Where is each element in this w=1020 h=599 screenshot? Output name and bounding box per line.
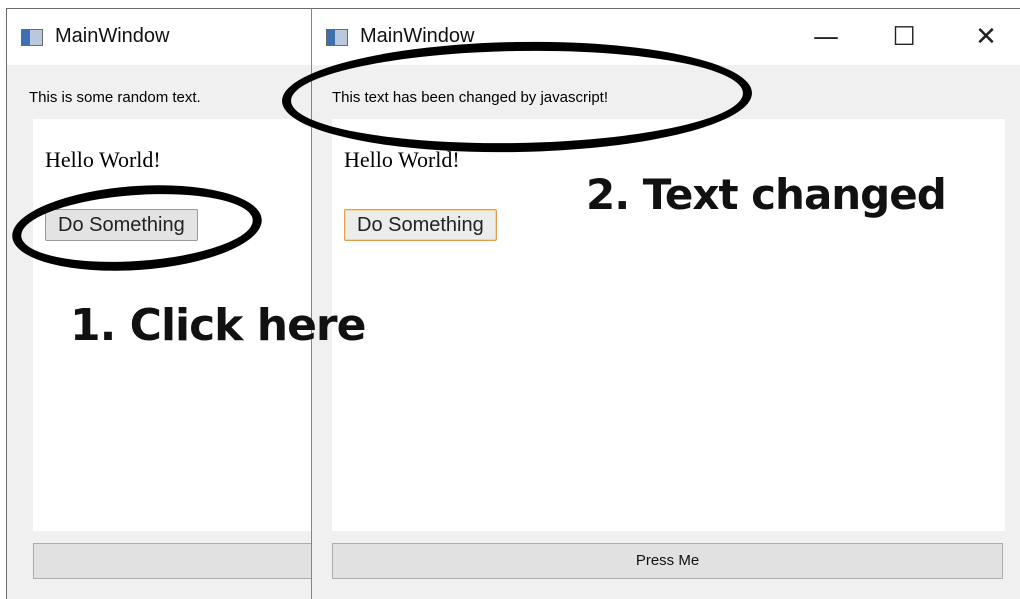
annotation-step-2: 2. Text changed xyxy=(586,170,947,219)
hello-heading: Hello World! xyxy=(344,147,460,172)
maximize-icon[interactable]: ☐ xyxy=(874,17,934,57)
status-label: This is some random text. xyxy=(29,89,201,106)
minimize-icon[interactable]: — xyxy=(796,17,856,57)
title-bar[interactable]: MainWindow xyxy=(7,9,312,65)
annotation-step-1: 1. Click here xyxy=(70,300,366,351)
window-app-icon xyxy=(326,29,348,46)
press-me-button[interactable]: Press Me xyxy=(332,543,1003,579)
do-something-button[interactable]: Do Something xyxy=(344,209,497,241)
hello-heading: Hello World! xyxy=(45,147,161,172)
press-me-button[interactable] xyxy=(33,543,312,579)
window-app-icon xyxy=(21,29,43,46)
window-title: MainWindow xyxy=(55,25,170,47)
close-icon[interactable]: ✕ xyxy=(956,17,1016,57)
